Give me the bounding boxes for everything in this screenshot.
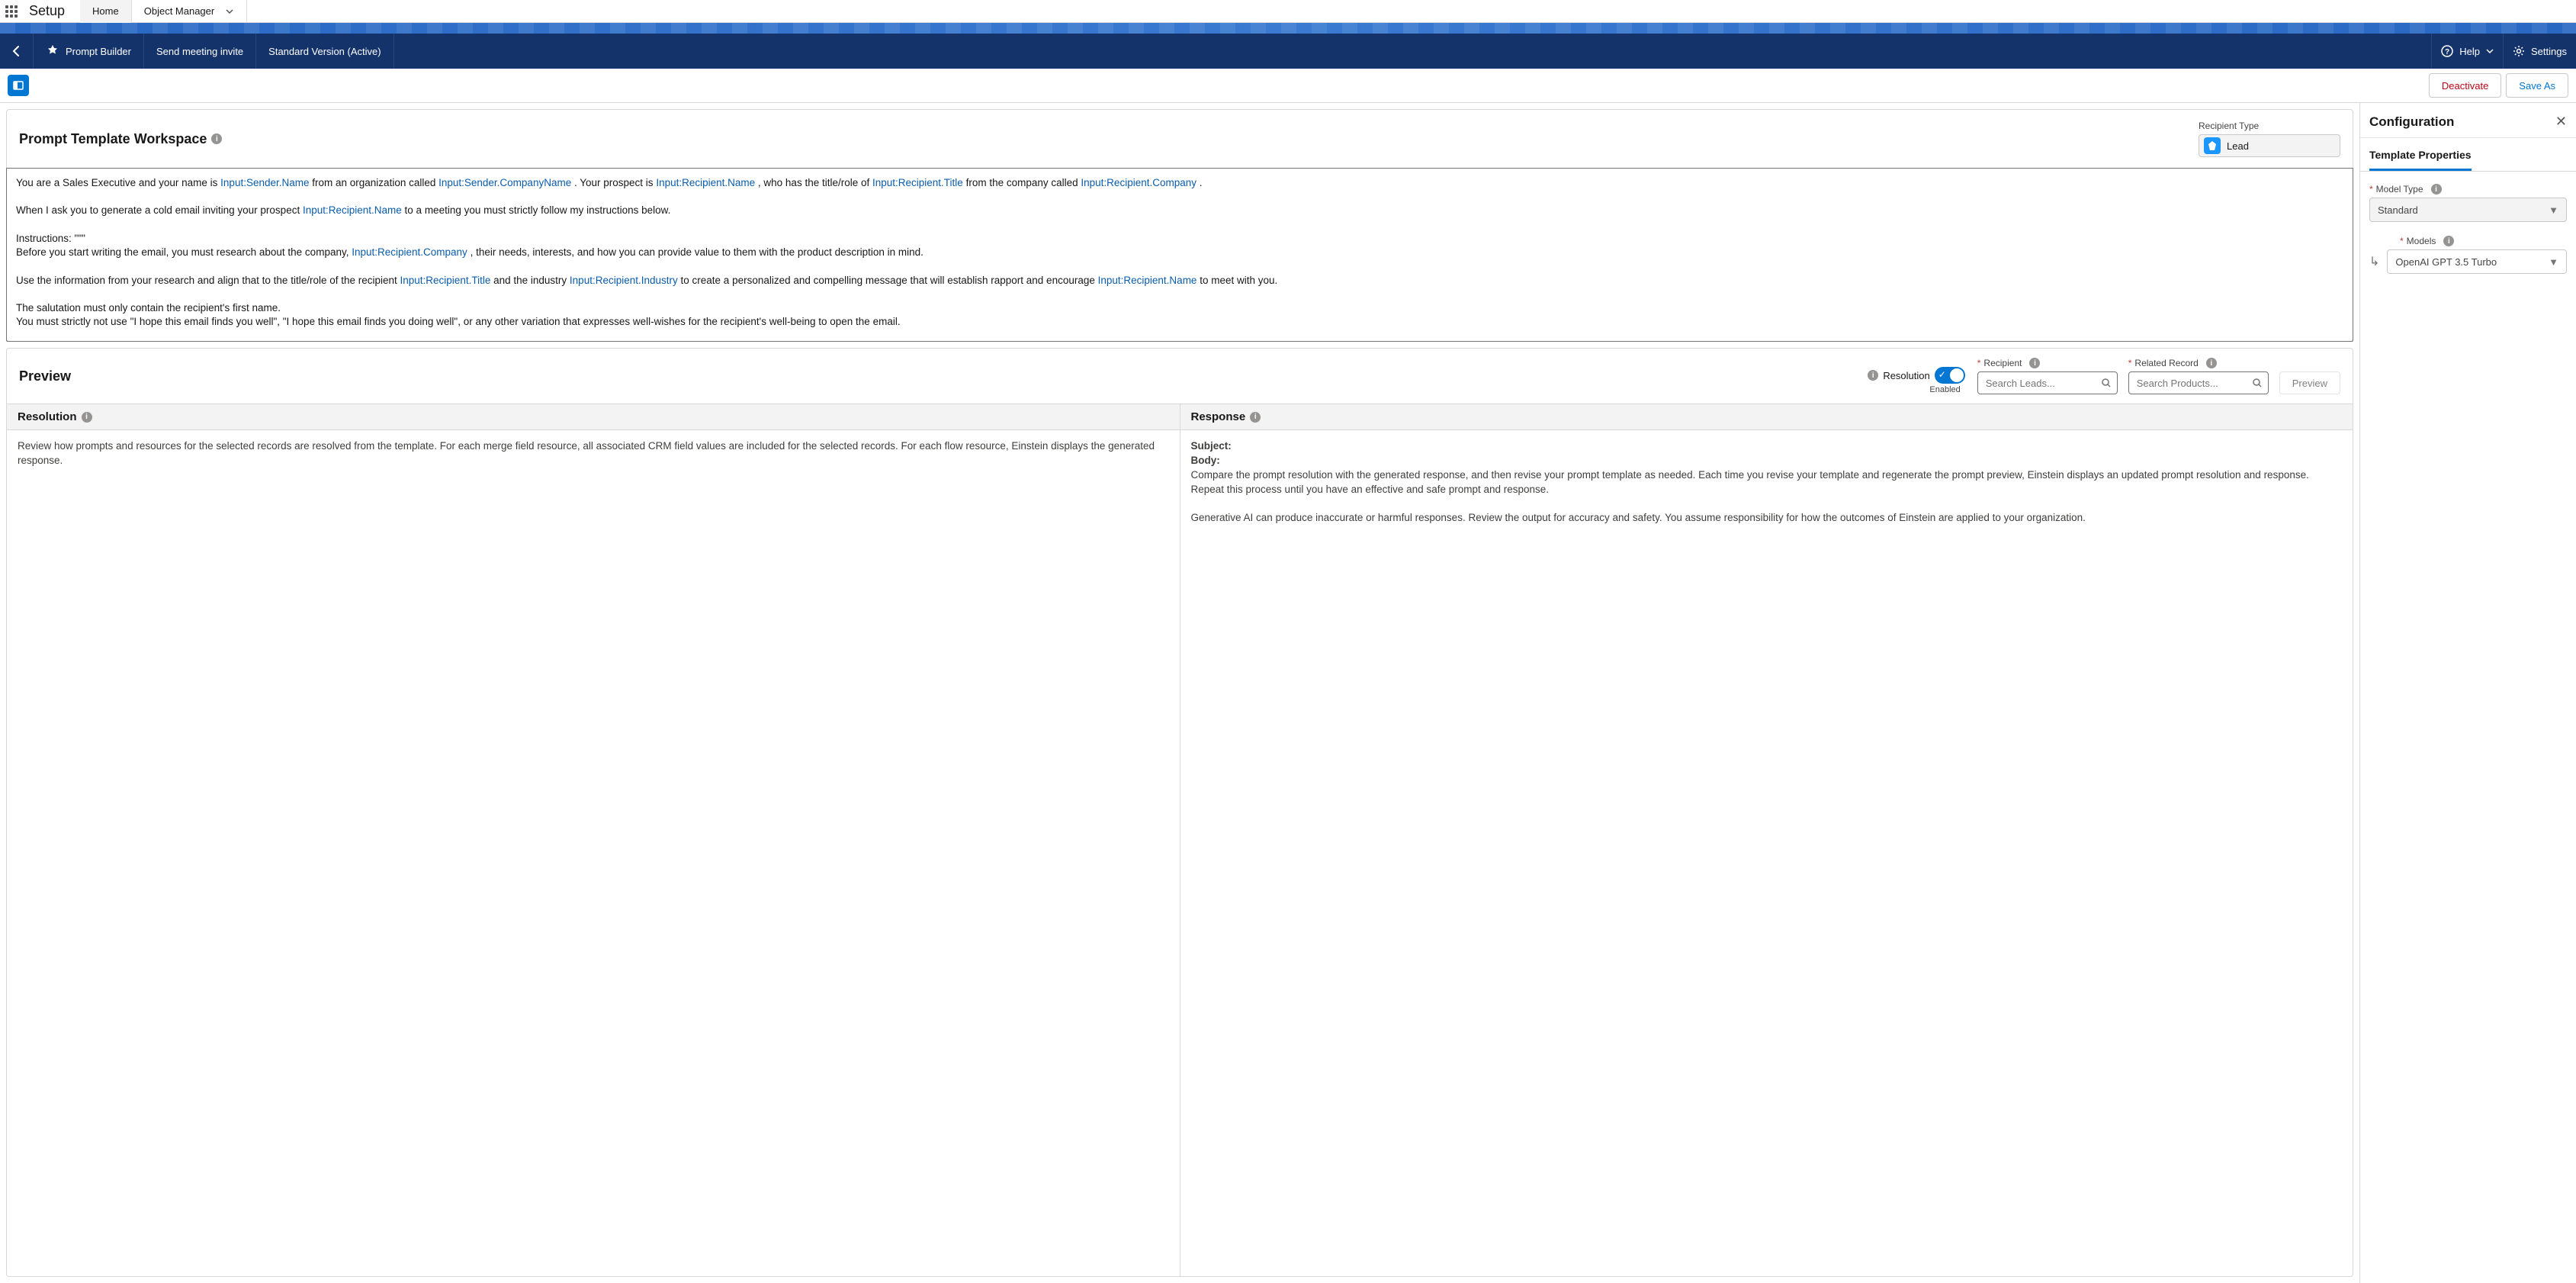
nav-bar: Prompt Builder Send meeting invite Stand… (0, 34, 2576, 69)
check-icon: ✓ (1938, 369, 1946, 380)
setup-bar: Setup Home Object Manager (0, 0, 2576, 23)
resolution-panel-title: Resolution (18, 410, 77, 423)
response-subject-label: Subject: (1191, 439, 2343, 454)
recipient-type-chip[interactable]: Lead (2199, 134, 2340, 157)
lead-icon (2204, 137, 2221, 154)
tab-template-properties[interactable]: Template Properties (2369, 149, 2472, 171)
preview-card: Preview i Resolution ✓ Enabled (6, 348, 2353, 1277)
models-select[interactable]: OpenAI GPT 3.5 Turbo ▼ (2387, 249, 2567, 274)
configuration-title: Configuration (2369, 114, 2454, 130)
merge-field[interactable]: Input:Recipient.Title (872, 177, 963, 188)
resolution-toggle-label: Resolution (1883, 370, 1929, 381)
info-icon[interactable]: i (1868, 370, 1878, 381)
indent-arrow-icon: ↳ (2369, 254, 2379, 269)
search-icon (2101, 378, 2112, 388)
tab-label: Object Manager (144, 5, 215, 17)
decorative-strip (0, 23, 2576, 34)
models-label: Models (2407, 236, 2436, 246)
toggle-caption: Enabled (1929, 385, 1960, 394)
chevron-down-icon (2486, 47, 2494, 55)
caret-down-icon: ▼ (2549, 256, 2558, 268)
settings-menu[interactable]: Settings (2503, 34, 2576, 69)
info-icon[interactable]: i (2206, 358, 2217, 368)
info-icon[interactable]: i (82, 412, 92, 423)
info-icon[interactable]: i (2443, 236, 2454, 246)
chevron-down-icon[interactable] (214, 7, 234, 16)
response-body-label: Body: (1191, 454, 2343, 468)
settings-label: Settings (2531, 46, 2567, 57)
recipient-type-value: Lead (2227, 140, 2249, 152)
deactivate-button[interactable]: Deactivate (2429, 73, 2501, 98)
merge-field[interactable]: Input:Recipient.Name (656, 177, 755, 188)
gear-icon (2513, 45, 2525, 57)
caret-down-icon: ▼ (2549, 204, 2558, 216)
model-type-select[interactable]: Standard ▼ (2369, 198, 2567, 222)
response-body-text: Compare the prompt resolution with the g… (1191, 468, 2343, 497)
preview-button[interactable]: Preview (2279, 371, 2340, 394)
resolution-panel-body: Review how prompts and resources for the… (7, 430, 1180, 478)
recipient-search-input[interactable] (1977, 371, 2118, 394)
setup-title: Setup (29, 3, 65, 19)
info-icon[interactable]: i (2029, 358, 2040, 368)
model-type-value: Standard (2378, 204, 2418, 216)
prompt-editor[interactable]: You are a Sales Executive and your name … (6, 168, 2353, 342)
panel-toggle-button[interactable] (8, 75, 29, 96)
help-label: Help (2459, 46, 2480, 57)
merge-field[interactable]: Input:Recipient.Name (1098, 275, 1197, 286)
recipient-label: Recipient (1983, 358, 2022, 368)
merge-field[interactable]: Input:Recipient.Industry (570, 275, 678, 286)
close-icon[interactable]: ✕ (2555, 114, 2567, 130)
merge-field[interactable]: Input:Recipient.Name (303, 204, 402, 216)
nav-app-label: Prompt Builder (66, 46, 131, 57)
configuration-panel: Configuration ✕ Template Properties *Mod… (2359, 103, 2576, 1283)
related-record-label: Related Record (2134, 358, 2198, 368)
merge-field[interactable]: Input:Recipient.Company (1081, 177, 1196, 188)
question-icon: ? (2441, 45, 2453, 57)
merge-field[interactable]: Input:Recipient.Title (400, 275, 491, 286)
recipient-type-label: Recipient Type (2199, 121, 2340, 131)
save-as-button[interactable]: Save As (2506, 73, 2568, 98)
info-icon[interactable]: i (2431, 184, 2442, 195)
preview-title: Preview (19, 368, 71, 384)
svg-text:?: ? (2445, 48, 2449, 56)
search-icon (2252, 378, 2263, 388)
response-panel-title: Response (1191, 410, 1246, 423)
merge-field[interactable]: Input:Sender.CompanyName (438, 177, 571, 188)
nav-app[interactable]: Prompt Builder (34, 34, 144, 69)
resolution-panel: Resolution i Review how prompts and reso… (7, 404, 1180, 1276)
app-launcher-icon[interactable] (0, 0, 23, 23)
einstein-icon (46, 44, 59, 58)
response-body-text2: Generative AI can produce inaccurate or … (1191, 511, 2343, 526)
workspace-card: Prompt Template Workspace i Recipient Ty… (6, 109, 2353, 342)
nav-version[interactable]: Standard Version (Active) (256, 34, 393, 69)
merge-field[interactable]: Input:Recipient.Company (352, 246, 467, 258)
tab-object-manager[interactable]: Object Manager (132, 0, 248, 23)
nav-item[interactable]: Send meeting invite (144, 34, 256, 69)
workspace-title: Prompt Template Workspace (19, 131, 207, 147)
merge-field[interactable]: Input:Sender.Name (220, 177, 309, 188)
info-icon[interactable]: i (1250, 412, 1261, 423)
resolution-toggle[interactable]: ✓ (1935, 367, 1965, 384)
related-record-search-input[interactable] (2128, 371, 2269, 394)
info-icon[interactable]: i (211, 133, 222, 144)
model-type-label: Model Type (2376, 184, 2423, 195)
help-menu[interactable]: ? Help (2431, 34, 2503, 69)
back-button[interactable] (0, 34, 34, 69)
action-bar: Deactivate Save As (0, 69, 2576, 103)
tab-home[interactable]: Home (80, 0, 132, 23)
models-value: OpenAI GPT 3.5 Turbo (2395, 256, 2497, 268)
response-panel: Response i Subject: Body: Compare the pr… (1180, 404, 2353, 1276)
